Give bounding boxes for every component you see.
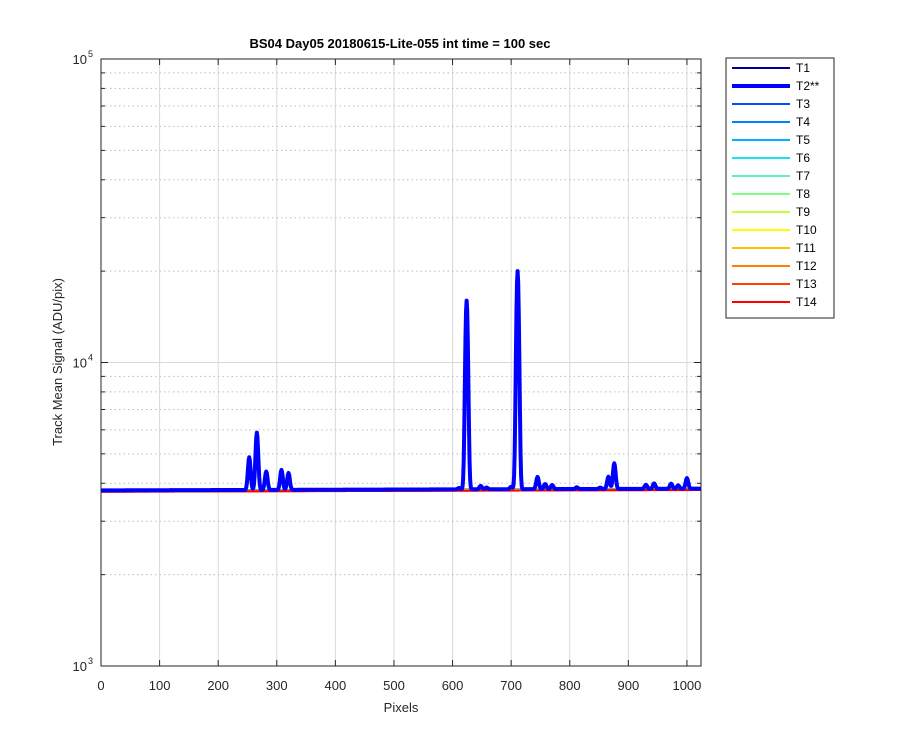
legend-label: T9 <box>796 205 810 219</box>
legend[interactable]: T1 T2** T3 T4 T5 T6 T7 T8 T9 T10 T11 T12 T13 T14 <box>725 57 835 319</box>
x-tick-label: 800 <box>559 678 581 693</box>
x-tick-label: 400 <box>325 678 347 693</box>
chart-title: BS04 Day05 20180615-Lite-055 int time = … <box>250 36 551 51</box>
legend-label: T8 <box>796 187 810 201</box>
legend-label: T2** <box>796 79 820 93</box>
x-tick-label: 1000 <box>672 678 701 693</box>
legend-label: T10 <box>796 223 817 237</box>
x-tick-label: 500 <box>383 678 405 693</box>
y-tick-label-base: 10 <box>73 356 87 371</box>
legend-label: T13 <box>796 277 817 291</box>
y-tick-label-exponent: 4 <box>88 353 93 363</box>
legend-label: T12 <box>796 259 817 273</box>
x-tick-label: 300 <box>266 678 288 693</box>
figure: BS04 Day05 20180615-Lite-055 int time = … <box>0 0 900 750</box>
y-tick-label-base: 10 <box>73 659 87 674</box>
legend-label: T7 <box>796 169 810 183</box>
x-tick-label: 100 <box>149 678 171 693</box>
legend-label: T1 <box>796 61 810 75</box>
x-tick-label: 700 <box>500 678 522 693</box>
legend-label: T11 <box>796 241 816 255</box>
legend-label: T6 <box>796 151 810 165</box>
legend-box <box>725 57 835 319</box>
x-tick-label: 0 <box>97 678 104 693</box>
y-axis-label: Track Mean Signal (ADU/pix) <box>50 278 65 446</box>
x-tick-label: 200 <box>207 678 229 693</box>
x-axis-label: Pixels <box>384 700 419 715</box>
legend-label: T5 <box>796 133 810 147</box>
legend-label: T4 <box>796 115 810 129</box>
legend-label: T3 <box>796 97 810 111</box>
y-tick-label-exponent: 5 <box>88 49 93 59</box>
x-tick-label: 900 <box>617 678 639 693</box>
x-tick-label: 600 <box>442 678 464 693</box>
legend-label: T14 <box>796 295 817 309</box>
y-tick-label-base: 10 <box>73 52 87 67</box>
y-tick-label-exponent: 3 <box>88 656 93 666</box>
